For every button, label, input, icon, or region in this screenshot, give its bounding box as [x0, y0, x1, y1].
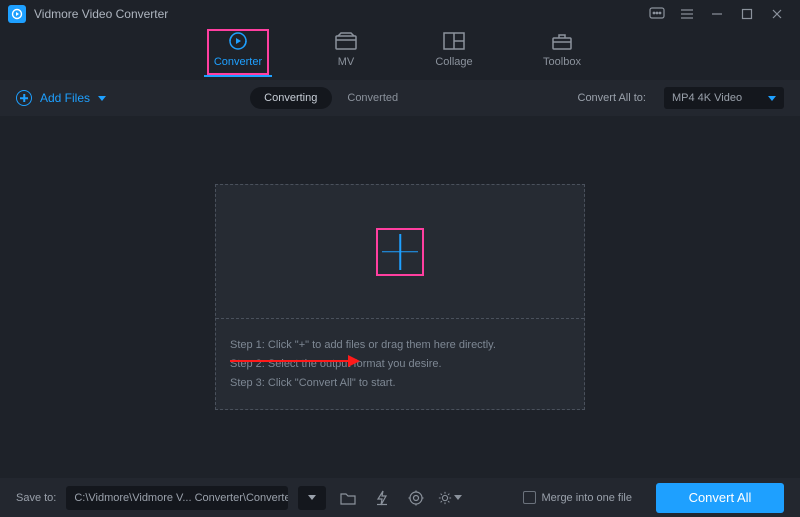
drop-zone[interactable]: Step 1: Click "+" to add files or drag t…	[215, 184, 585, 410]
drop-zone-top[interactable]	[216, 185, 584, 318]
convert-all-to-label: Convert All to:	[578, 92, 646, 104]
tab-label: MV	[338, 56, 355, 68]
tab-collage[interactable]: Collage	[424, 30, 484, 74]
chevron-down-icon	[454, 495, 462, 500]
seg-converting[interactable]: Converting	[250, 87, 332, 109]
tab-label: Converter	[214, 56, 262, 68]
step-2-text: Step 2: Select the output format you des…	[230, 358, 570, 370]
checkbox-icon	[523, 491, 536, 504]
maximize-button[interactable]	[732, 0, 762, 28]
add-files-label: Add Files	[40, 91, 90, 105]
app-logo	[8, 5, 26, 23]
menu-icon[interactable]	[672, 0, 702, 28]
toolbox-icon	[551, 30, 573, 52]
merge-label: Merge into one file	[542, 492, 633, 504]
open-folder-button[interactable]	[336, 486, 360, 510]
save-to-label: Save to:	[16, 492, 56, 504]
chevron-down-icon	[768, 96, 776, 101]
plus-icon	[382, 234, 418, 270]
output-format-value: MP4 4K Video	[672, 92, 742, 104]
main-canvas: Step 1: Click "+" to add files or drag t…	[0, 116, 800, 478]
settings-button[interactable]	[438, 486, 462, 510]
tab-label: Toolbox	[543, 56, 581, 68]
converter-icon	[227, 30, 249, 52]
chevron-down-icon	[308, 495, 316, 500]
seg-converted[interactable]: Converted	[332, 87, 414, 109]
titlebar: Vidmore Video Converter	[0, 0, 800, 28]
footer: Save to: C:\Vidmore\Vidmore V... Convert…	[0, 478, 800, 517]
output-format-dropdown[interactable]: MP4 4K Video	[664, 87, 784, 109]
high-speed-button[interactable]	[404, 486, 428, 510]
merge-checkbox[interactable]: Merge into one file	[523, 491, 633, 504]
add-files-button[interactable]: Add Files	[16, 90, 106, 106]
tab-label: Collage	[435, 56, 472, 68]
feedback-icon[interactable]	[642, 0, 672, 28]
save-path-dropdown[interactable]	[298, 486, 326, 510]
chevron-down-icon	[98, 96, 106, 101]
toolbar: Add Files Converting Converted Convert A…	[0, 80, 800, 116]
tab-mv[interactable]: MV	[316, 30, 376, 74]
gpu-accel-button[interactable]	[370, 486, 394, 510]
save-path-field[interactable]: C:\Vidmore\Vidmore V... Converter\Conver…	[66, 486, 288, 510]
add-plus-highlight[interactable]	[376, 228, 424, 276]
tab-toolbox[interactable]: Toolbox	[532, 30, 592, 74]
app-title: Vidmore Video Converter	[34, 7, 168, 21]
minimize-button[interactable]	[702, 0, 732, 28]
plus-circle-icon	[16, 90, 32, 106]
convert-all-button[interactable]: Convert All	[656, 483, 784, 513]
step-3-text: Step 3: Click "Convert All" to start.	[230, 377, 570, 389]
main-tabs: Converter MV Collage Toolbox	[0, 28, 800, 80]
collage-icon	[443, 30, 465, 52]
step-1-text: Step 1: Click "+" to add files or drag t…	[230, 339, 570, 351]
instructions: Step 1: Click "+" to add files or drag t…	[216, 319, 584, 409]
mv-icon	[334, 30, 358, 52]
tab-converter[interactable]: Converter	[208, 30, 268, 74]
close-button[interactable]	[762, 0, 792, 28]
